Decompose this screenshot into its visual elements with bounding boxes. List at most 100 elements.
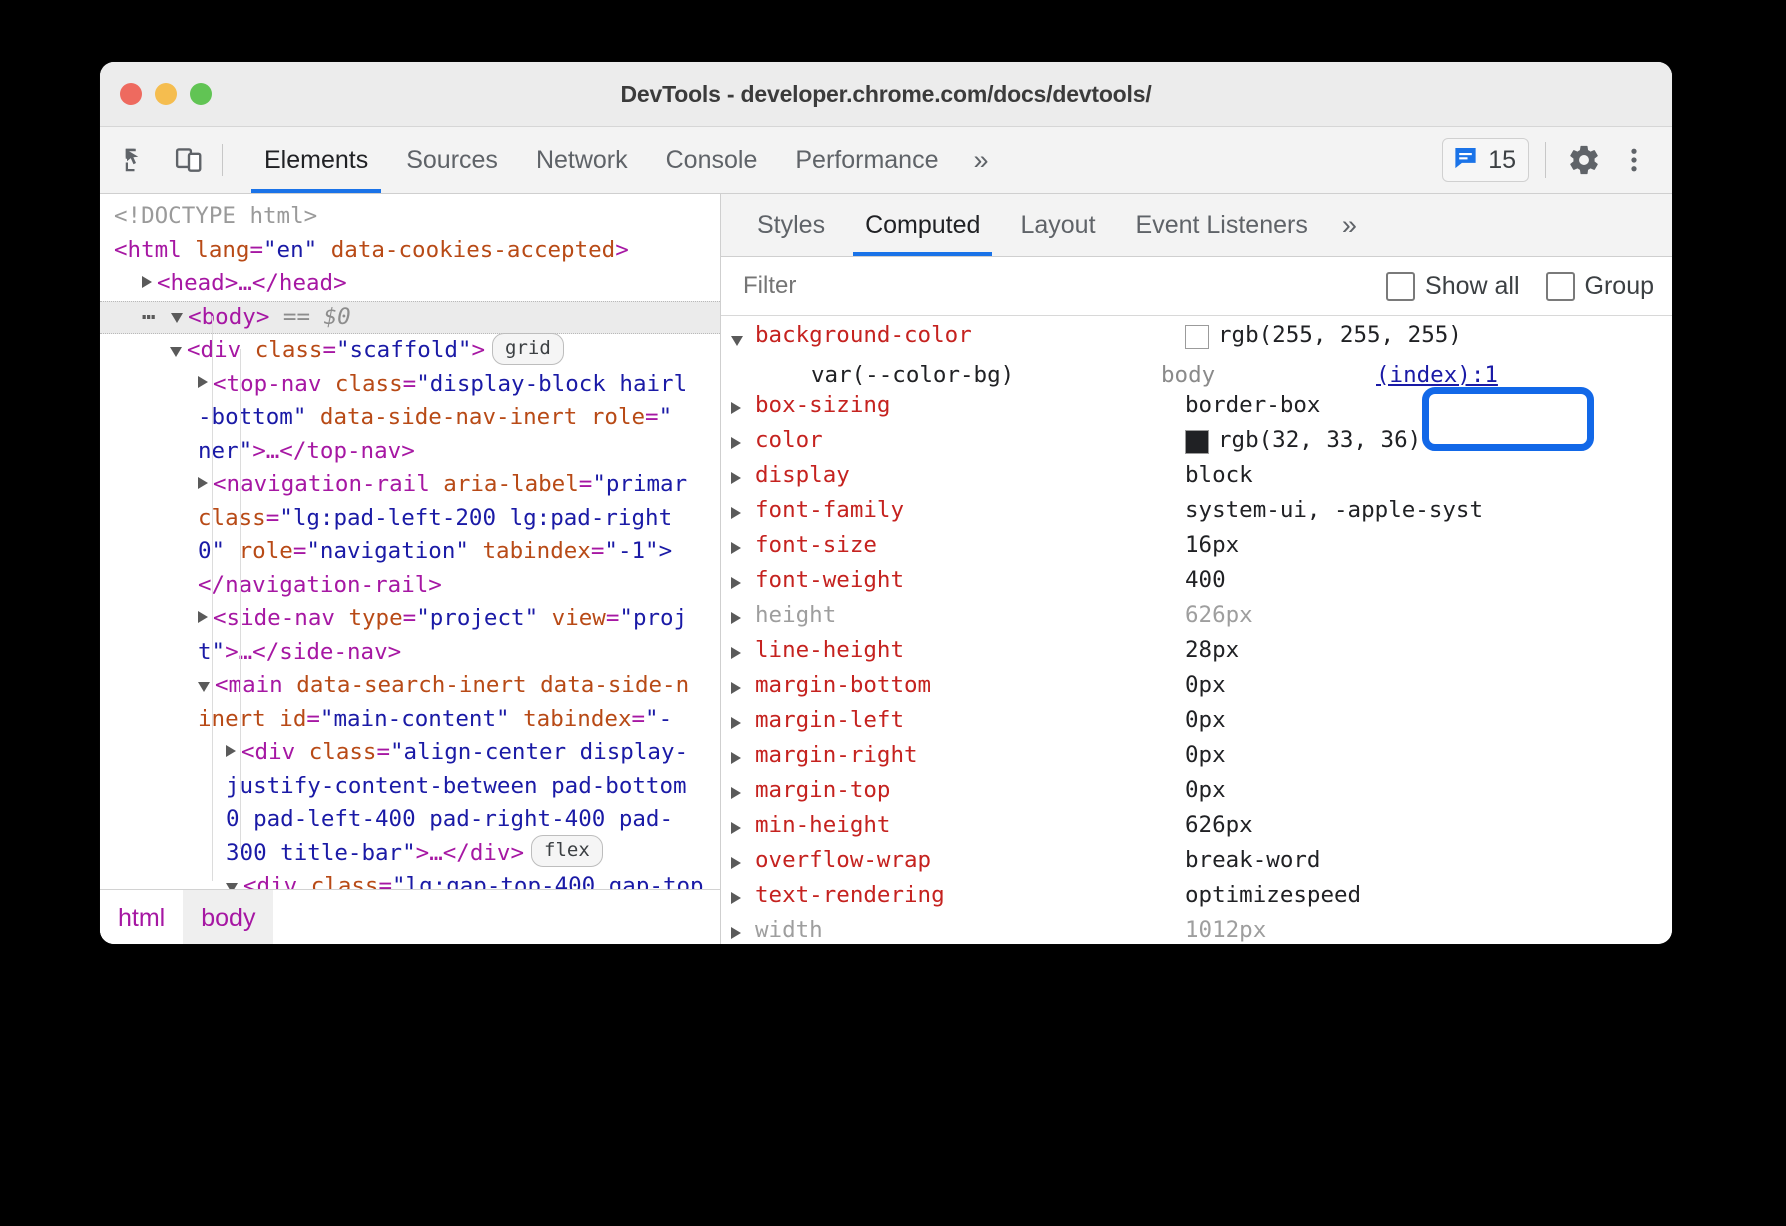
show-all-checkbox-box[interactable]	[1386, 272, 1415, 301]
minimize-window-button[interactable]	[155, 83, 177, 105]
maximize-window-button[interactable]	[190, 83, 212, 105]
property-expand-toggle[interactable]	[731, 777, 755, 812]
chevron-right-icon[interactable]	[731, 787, 741, 799]
node-overflow-dots[interactable]: ⋯	[142, 304, 171, 330]
property-expand-toggle[interactable]	[731, 672, 755, 707]
property-expand-toggle[interactable]	[731, 497, 755, 532]
dom-node-line[interactable]: <div class="align-center display-	[100, 736, 720, 770]
computed-property-row[interactable]: font-familysystem-ui, -apple-syst	[721, 497, 1672, 532]
property-expand-toggle[interactable]	[731, 322, 755, 357]
property-expand-toggle[interactable]	[731, 637, 755, 672]
dom-node-line[interactable]: <main data-search-inert data-side-n	[100, 669, 720, 703]
chevron-down-icon[interactable]	[226, 883, 238, 890]
property-expand-toggle[interactable]	[731, 602, 755, 637]
dom-node-line[interactable]: <side-nav type="project" view="proj	[100, 602, 720, 636]
tab-computed[interactable]: Computed	[845, 194, 1000, 256]
dom-node-line[interactable]: <head>…</head>	[100, 267, 720, 301]
property-expand-toggle[interactable]	[731, 847, 755, 882]
chevron-right-icon[interactable]	[198, 376, 208, 388]
dom-node-line[interactable]: justify-content-between pad-bottom	[100, 770, 720, 804]
chevron-right-icon[interactable]	[731, 647, 741, 659]
property-expand-toggle[interactable]	[731, 427, 755, 462]
tab-sources[interactable]: Sources	[387, 127, 517, 193]
chevron-right-icon[interactable]	[198, 611, 208, 623]
computed-filter-input[interactable]	[741, 271, 1360, 301]
dom-node-line[interactable]: ner">…</top-nav>	[100, 435, 720, 469]
chevron-right-icon[interactable]	[731, 472, 741, 484]
computed-property-row[interactable]: font-size16px	[721, 532, 1672, 567]
breadcrumb-item-body[interactable]: body	[183, 890, 273, 944]
layout-badge-flex[interactable]: flex	[531, 835, 603, 867]
dom-node-line[interactable]: <navigation-rail aria-label="primar	[100, 468, 720, 502]
property-expand-toggle[interactable]	[731, 532, 755, 567]
tab-network[interactable]: Network	[517, 127, 647, 193]
more-panels-icon[interactable]: »	[957, 127, 1004, 193]
computed-property-row[interactable]: displayblock	[721, 462, 1672, 497]
dom-node-line[interactable]: 300 title-bar">…</div>flex	[100, 837, 720, 871]
group-checkbox-box[interactable]	[1546, 272, 1575, 301]
property-expand-toggle[interactable]	[731, 812, 755, 847]
chevron-right-icon[interactable]	[731, 577, 741, 589]
property-expand-toggle[interactable]	[731, 392, 755, 427]
property-expand-toggle[interactable]	[731, 917, 755, 944]
tab-layout[interactable]: Layout	[1000, 194, 1115, 256]
close-window-button[interactable]	[120, 83, 142, 105]
tab-console[interactable]: Console	[647, 127, 777, 193]
property-expand-toggle[interactable]	[731, 707, 755, 742]
gear-icon[interactable]	[1562, 138, 1606, 182]
dom-node-line[interactable]: inert id="main-content" tabindex="-	[100, 703, 720, 737]
chevron-right-icon[interactable]	[731, 717, 741, 729]
computed-property-row[interactable]: colorrgb(32, 33, 36)	[721, 427, 1672, 462]
tab-styles[interactable]: Styles	[737, 194, 845, 256]
computed-property-row[interactable]: width1012px	[721, 917, 1672, 944]
dom-node-line[interactable]: -bottom" data-side-nav-inert role="	[100, 401, 720, 435]
tab-event-listeners[interactable]: Event Listeners	[1116, 194, 1328, 256]
dom-node-line[interactable]: <!DOCTYPE html>	[100, 200, 720, 234]
dom-node-line[interactable]: <top-nav class="display-block hairl	[100, 368, 720, 402]
issues-badge[interactable]: 15	[1442, 138, 1529, 182]
property-expand-toggle[interactable]	[731, 882, 755, 917]
breadcrumb-item-html[interactable]: html	[100, 890, 183, 944]
computed-property-row[interactable]: margin-right0px	[721, 742, 1672, 777]
computed-property-row[interactable]: box-sizingborder-box	[721, 392, 1672, 427]
inspect-cursor-icon[interactable]	[118, 141, 156, 179]
computed-property-row[interactable]: height626px	[721, 602, 1672, 637]
layout-badge-grid[interactable]: grid	[492, 333, 564, 365]
chevron-right-icon[interactable]	[731, 682, 741, 694]
computed-property-row[interactable]: margin-top0px	[721, 777, 1672, 812]
chevron-right-icon[interactable]	[731, 612, 741, 624]
dom-node-line[interactable]: <div class="lg:gap-top-400 gap-top	[100, 870, 720, 889]
dom-node-line[interactable]: ⋯ <body> == $0	[100, 301, 720, 335]
dom-node-line[interactable]: 0 pad-left-400 pad-right-400 pad-	[100, 803, 720, 837]
color-swatch[interactable]	[1185, 430, 1209, 454]
three-dot-menu-icon[interactable]	[1612, 138, 1656, 182]
chevron-right-icon[interactable]	[198, 477, 208, 489]
dom-tree[interactable]: <!DOCTYPE html><html lang="en" data-cook…	[100, 194, 720, 889]
property-expand-toggle[interactable]	[731, 567, 755, 602]
chevron-right-icon[interactable]	[731, 857, 741, 869]
chevron-right-icon[interactable]	[731, 927, 741, 939]
computed-property-row[interactable]: font-weight400	[721, 567, 1672, 602]
chevron-right-icon[interactable]	[731, 507, 741, 519]
tab-performance[interactable]: Performance	[776, 127, 957, 193]
chevron-down-icon[interactable]	[170, 347, 182, 357]
computed-property-row[interactable]: margin-bottom0px	[721, 672, 1672, 707]
dom-node-line[interactable]: <html lang="en" data-cookies-accepted>	[100, 234, 720, 268]
property-expand-toggle[interactable]	[731, 462, 755, 497]
chevron-right-icon[interactable]	[731, 752, 741, 764]
breadcrumb[interactable]: htmlbody	[100, 889, 720, 944]
chevron-right-icon[interactable]	[731, 822, 741, 834]
chevron-right-icon[interactable]	[226, 745, 236, 757]
group-checkbox[interactable]: Group	[1546, 272, 1654, 301]
dom-node-line[interactable]: 0" role="navigation" tabindex="-1">	[100, 535, 720, 569]
chevron-right-icon[interactable]	[142, 276, 152, 288]
property-expand-toggle[interactable]	[731, 742, 755, 777]
show-all-checkbox[interactable]: Show all	[1386, 272, 1520, 301]
chevron-right-icon[interactable]	[731, 542, 741, 554]
chevron-right-icon[interactable]	[731, 892, 741, 904]
chevron-right-icon[interactable]	[731, 437, 741, 449]
device-toolbar-icon[interactable]	[170, 141, 208, 179]
chevron-right-icon[interactable]	[731, 402, 741, 414]
more-sidebar-tabs-icon[interactable]: »	[1328, 194, 1371, 256]
computed-property-row[interactable]: overflow-wrapbreak-word	[721, 847, 1672, 882]
